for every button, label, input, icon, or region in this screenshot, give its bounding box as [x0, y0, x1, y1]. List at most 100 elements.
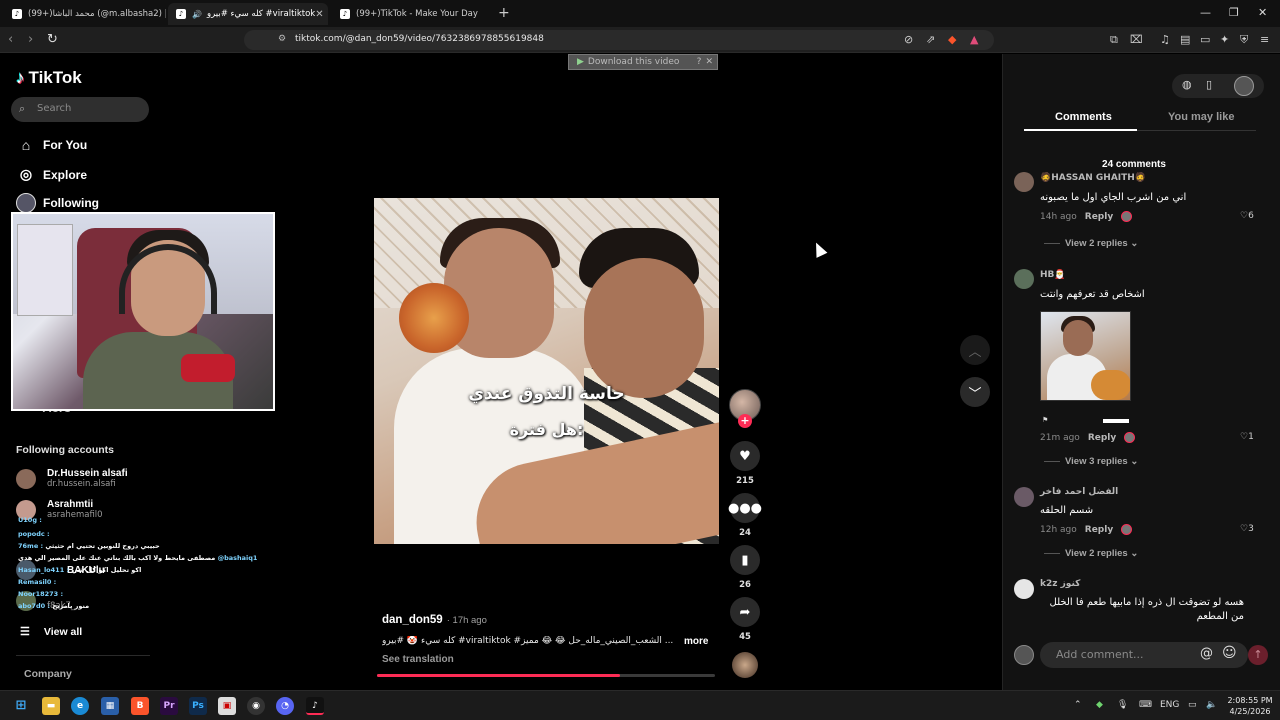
premiere-icon[interactable]: Pr — [160, 697, 178, 715]
video-player[interactable]: حاسة التذوق عندي هل فترة: — [374, 198, 719, 544]
video-author[interactable]: dan_don59 · 17h ago — [382, 614, 487, 626]
share-button[interactable]: ➦ — [730, 597, 760, 627]
back-icon[interactable]: ‹ — [8, 32, 13, 47]
tab-you-may-like[interactable]: You may like — [1168, 111, 1234, 123]
file-explorer-icon[interactable]: ▬ — [42, 697, 60, 715]
nav-item-explore[interactable]: ◎ Explore — [16, 166, 87, 183]
mention-icon[interactable]: @ — [1200, 646, 1213, 661]
account-item[interactable]: Dr.Hussein alsafi dr.hussein.alsafi — [16, 468, 128, 489]
comment-like[interactable]: ♡3 — [1240, 524, 1254, 534]
microphone-tray-icon[interactable]: 🎙 — [1117, 700, 1128, 710]
device-icon[interactable]: ▯ — [1206, 78, 1212, 91]
company-link[interactable]: Company — [24, 668, 72, 680]
reply-button[interactable]: Reply — [1085, 525, 1113, 535]
brave-icon[interactable]: B — [131, 697, 149, 715]
like-button[interactable]: ♥ — [730, 441, 760, 471]
keyboard-icon[interactable]: ⌨ — [1139, 700, 1152, 710]
wallet-icon[interactable]: ▭ — [1200, 33, 1210, 46]
commenter-name[interactable]: الفضل احمد فاخر — [1040, 487, 1118, 497]
browser-tab[interactable]: ♪ (99+)محمد الباشا (@m.albasha2) | Tok — [4, 3, 166, 25]
view-replies-button[interactable]: View 3 replies ⌄ — [1044, 456, 1138, 467]
browser-tab-active[interactable]: ♪ 🔊 كله سيء #بيرو #viraltiktok ✕ — [168, 3, 328, 25]
previous-video-button[interactable]: ︿ — [960, 335, 990, 365]
help-icon[interactable]: ? — [697, 57, 702, 67]
new-tab-icon[interactable]: + — [498, 5, 510, 21]
video-progress-bar[interactable] — [377, 674, 715, 677]
address-bar[interactable]: ⚙ tiktok.com/@dan_don59/video/7632386978… — [244, 30, 994, 50]
nav-item-following[interactable]: Following — [16, 193, 99, 213]
windows-start-icon[interactable]: ⊞ — [12, 697, 30, 715]
language-indicator[interactable]: ENG — [1160, 700, 1179, 710]
comment-like[interactable]: ♡1 — [1240, 432, 1254, 442]
screenshot-icon[interactable]: ⌧ — [1130, 33, 1143, 46]
nav-item-for-you[interactable]: ⌂ For You — [16, 137, 87, 153]
edge-icon[interactable]: e — [71, 697, 89, 715]
maximize-icon[interactable]: ❐ — [1229, 6, 1239, 19]
commenter-name[interactable]: k2z كنوز — [1040, 579, 1080, 589]
view-replies-button[interactable]: View 2 replies ⌄ — [1044, 548, 1138, 559]
send-comment-button[interactable]: ↑ — [1248, 645, 1268, 665]
commenter-name[interactable]: 🧔HASSAN GHAITH🧔 — [1040, 173, 1146, 183]
volume-icon[interactable]: 🔈 — [1206, 700, 1217, 710]
commenter-avatar[interactable] — [1014, 172, 1034, 192]
replies-line — [1044, 552, 1060, 554]
brave-shields-icon[interactable]: ◆ — [948, 33, 956, 46]
speaker-icon[interactable]: 🔊 — [192, 10, 202, 19]
reload-icon[interactable]: ↻ — [47, 32, 58, 47]
commenter-avatar[interactable] — [1014, 269, 1034, 289]
system-clock[interactable]: 2:08:55 PM 4/25/2026 — [1226, 695, 1274, 717]
extensions-icon[interactable]: ⧉ — [1110, 33, 1118, 47]
discord-icon[interactable]: ◔ — [276, 697, 294, 715]
share-icon[interactable]: ⇗ — [926, 33, 935, 46]
menu-icon[interactable]: ≡ — [1260, 33, 1269, 46]
minimize-icon[interactable]: — — [1200, 6, 1211, 19]
capture-app-icon[interactable]: ▣ — [218, 697, 236, 715]
see-translation-link[interactable]: See translation — [382, 654, 454, 665]
search-input[interactable]: ⌕ Search — [11, 97, 149, 122]
more-description-link[interactable]: more — [684, 636, 708, 647]
download-video-bar[interactable]: ▶ Download this video ? ✕ — [568, 54, 718, 70]
sidebar-toggle-icon[interactable]: ▤ — [1180, 33, 1190, 46]
save-button[interactable]: ▮ — [730, 545, 760, 575]
photoshop-icon[interactable]: Ps — [189, 697, 207, 715]
profile-avatar[interactable] — [1234, 76, 1254, 96]
view-all-button[interactable]: ☰ View all — [20, 625, 82, 639]
view-replies-button[interactable]: View 2 replies ⌄ — [1044, 238, 1138, 249]
vpn-icon[interactable]: ⛨ — [1240, 33, 1248, 47]
tray-chevron-up-icon[interactable]: ⌃ — [1074, 700, 1082, 710]
reader-off-icon[interactable]: ⊘ — [904, 33, 913, 46]
store-icon[interactable]: ▦ — [101, 697, 119, 715]
author-name[interactable]: dan_don59 — [382, 614, 443, 626]
chevron-down-icon: ﹀ — [968, 386, 982, 402]
close-tab-icon[interactable]: ✕ — [315, 9, 323, 20]
commenter-avatar[interactable] — [1014, 579, 1034, 599]
media-icon[interactable]: ♫ — [1160, 33, 1170, 46]
tray-app-icon[interactable]: ◆ — [1096, 700, 1103, 710]
reply-button[interactable]: Reply — [1085, 212, 1113, 222]
follow-plus-icon[interactable]: + — [738, 414, 752, 428]
site-info-icon[interactable]: ⚙ — [278, 34, 286, 44]
tiktok-logo[interactable]: ♪ TikTok — [16, 68, 82, 88]
music-disc-avatar[interactable] — [732, 652, 758, 678]
close-window-icon[interactable]: ✕ — [1258, 6, 1267, 19]
steam-icon[interactable]: ◉ — [247, 697, 265, 715]
brave-rewards-icon[interactable]: ▲ — [970, 33, 978, 46]
comment-button[interactable]: ●●● — [728, 493, 762, 523]
forward-icon[interactable]: › — [28, 32, 33, 47]
comment-like[interactable]: ♡6 — [1240, 211, 1254, 221]
commenter-avatar[interactable] — [1014, 487, 1034, 507]
tab-comments[interactable]: Comments — [1055, 111, 1112, 123]
next-video-button[interactable]: ﹀ — [960, 377, 990, 407]
comment-image[interactable] — [1040, 311, 1131, 401]
like-count: 215 — [736, 476, 754, 486]
emoji-icon[interactable]: ☺ — [1222, 645, 1237, 661]
close-icon[interactable]: ✕ — [705, 57, 713, 67]
coin-icon[interactable]: ◍ — [1182, 78, 1192, 91]
add-comment-input[interactable]: Add comment... @ ☺ — [1040, 642, 1248, 668]
browser-tab[interactable]: ♪ (99+)TikTok - Make Your Day — [332, 3, 494, 25]
reply-button[interactable]: Reply — [1088, 433, 1116, 443]
commenter-name[interactable]: HB🎅 — [1040, 270, 1066, 280]
leo-ai-icon[interactable]: ✦ — [1220, 33, 1229, 46]
tiktok-taskbar-icon[interactable]: ♪ — [306, 697, 324, 715]
network-icon[interactable]: ▭ — [1188, 700, 1197, 710]
